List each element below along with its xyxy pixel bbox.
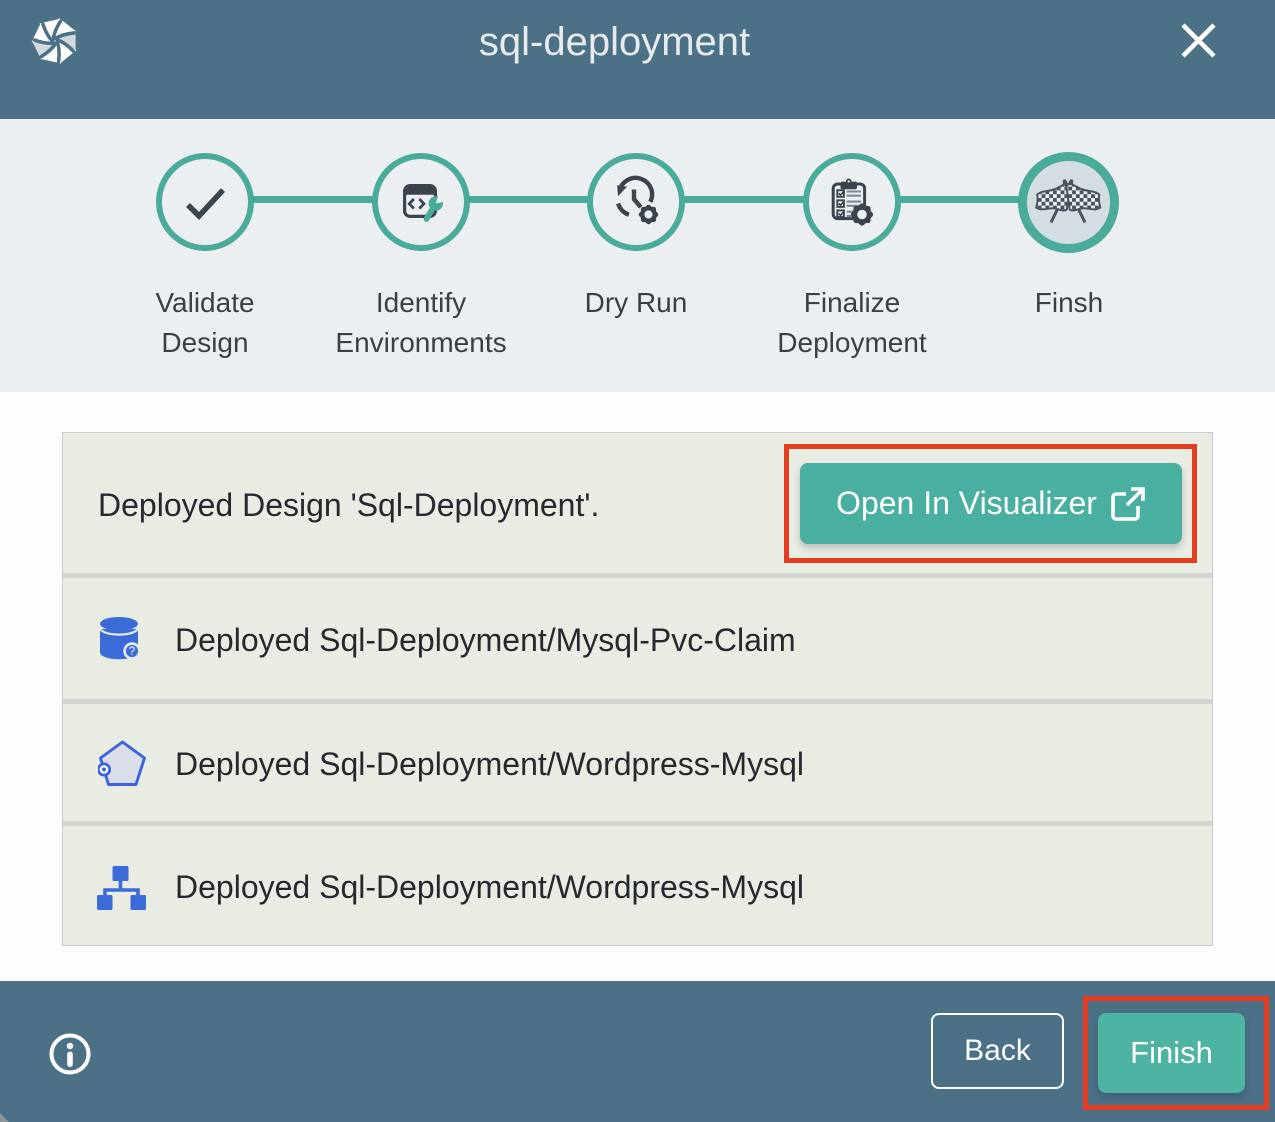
svg-text:?: ? <box>129 646 135 658</box>
